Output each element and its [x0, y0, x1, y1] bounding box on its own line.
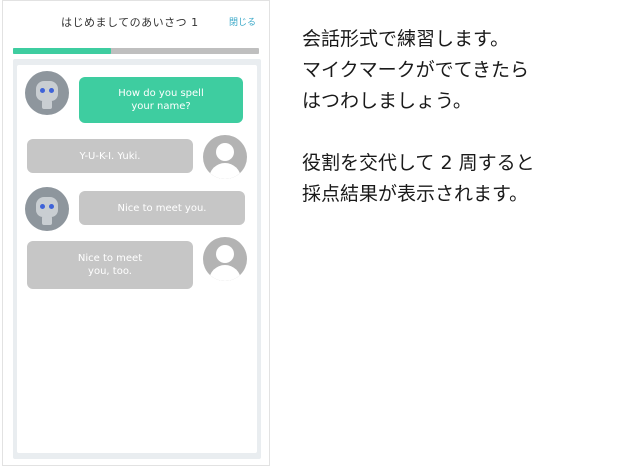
- instruction-line: マイクマークがでてきたら: [302, 59, 530, 81]
- robot-body: [42, 100, 52, 109]
- phone-screen: はじめましてのあいさつ 1 閉じる How do you spell your …: [2, 0, 270, 466]
- chat-bubble-robot: How do you spell your name?: [79, 77, 243, 123]
- chat-area: How do you spell your name? Y-U-K-I. Yuk…: [13, 59, 261, 459]
- user-avatar-body: [209, 265, 241, 281]
- instructions-paragraph-2: 役割を交代して 2 周すると 採点結果が表示されます。: [302, 148, 624, 210]
- chat-bubble-user: Nice to meet you, too.: [27, 241, 193, 289]
- progress-bar-fill: [13, 48, 112, 54]
- instructions-paragraph-1: 会話形式で練習します。 マイクマークがでてきたら はつわしましょう。: [302, 24, 624, 117]
- instruction-line: はつわしましょう。: [302, 90, 472, 112]
- robot-body: [42, 216, 52, 225]
- user-avatar-head: [216, 143, 234, 161]
- robot-head: [36, 197, 58, 217]
- robot-eye: [40, 204, 45, 209]
- robot-eye: [49, 88, 54, 93]
- instruction-line: 会話形式で練習します。: [302, 28, 510, 50]
- robot-head: [36, 81, 58, 101]
- robot-eye: [49, 204, 54, 209]
- progress-bar: [13, 48, 259, 54]
- user-avatar-body: [209, 163, 241, 179]
- instruction-line: 採点結果が表示されます。: [302, 183, 529, 205]
- user-avatar-icon: [203, 135, 247, 179]
- close-button[interactable]: 閉じる: [229, 15, 256, 28]
- app-header: はじめましてのあいさつ 1 閉じる: [3, 1, 269, 41]
- lesson-title: はじめましてのあいさつ 1: [61, 16, 199, 29]
- robot-icon: [25, 187, 69, 231]
- chat-panel[interactable]: How do you spell your name? Y-U-K-I. Yuk…: [17, 65, 257, 453]
- chat-bubble-robot: Nice to meet you.: [79, 191, 245, 225]
- robot-eye: [40, 88, 45, 93]
- instruction-line: 役割を交代して 2 周すると: [302, 152, 535, 174]
- user-avatar-head: [216, 245, 234, 263]
- user-avatar-icon: [203, 237, 247, 281]
- robot-icon: [25, 71, 69, 115]
- chat-bubble-user: Y-U-K-I. Yuki.: [27, 139, 193, 173]
- instructions: 会話形式で練習します。 マイクマークがでてきたら はつわしましょう。 役割を交代…: [302, 24, 624, 210]
